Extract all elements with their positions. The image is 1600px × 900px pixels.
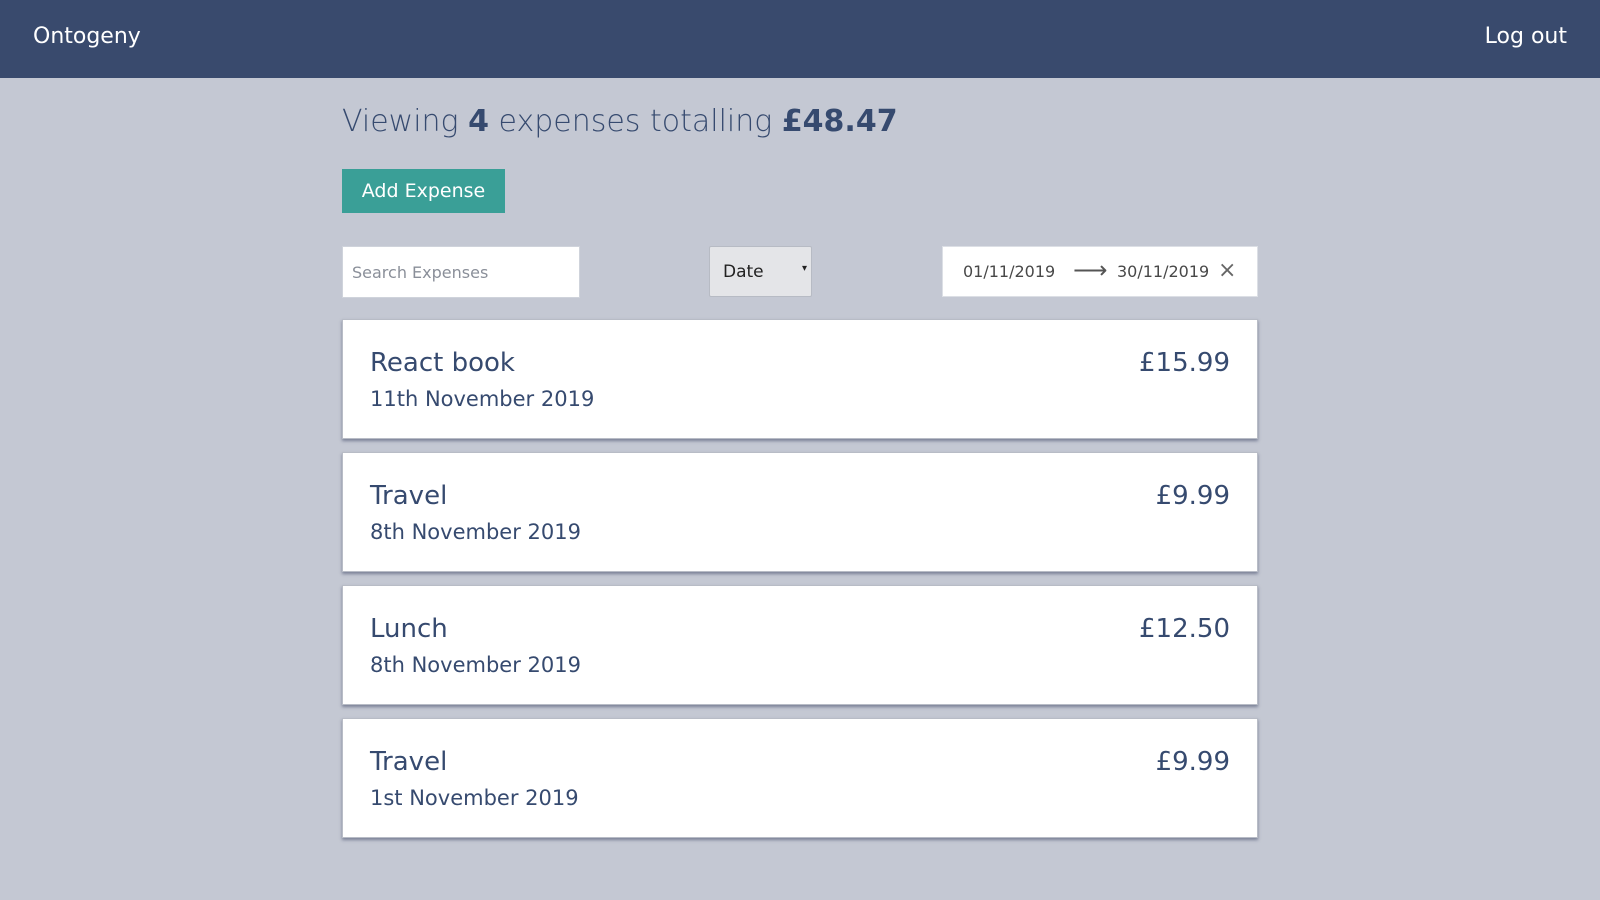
app-header: Ontogeny Log out [0, 0, 1600, 78]
search-input[interactable] [342, 246, 580, 298]
sort-select[interactable]: Date ▾ [709, 246, 812, 297]
expense-description: React book [370, 348, 515, 378]
expense-list: React book 11th November 2019 £15.99 Tra… [342, 319, 1258, 851]
summary-prefix: Viewing [342, 104, 459, 139]
expenses-summary: Viewing 4 expenses totalling £48.47 [342, 104, 898, 139]
expense-list-item[interactable]: React book 11th November 2019 £15.99 [342, 319, 1258, 439]
expense-date: 8th November 2019 [370, 653, 581, 677]
clear-dates-icon[interactable]: × [1218, 260, 1236, 282]
expense-date: 1st November 2019 [370, 786, 579, 810]
dropdown-arrow-icon: ▾ [801, 263, 807, 274]
expense-list-item[interactable]: Travel 1st November 2019 £9.99 [342, 718, 1258, 838]
sort-selected-value: Date [723, 262, 764, 282]
expense-date: 8th November 2019 [370, 520, 581, 544]
summary-count: 4 [468, 104, 489, 139]
expense-amount: £12.50 [1139, 614, 1230, 644]
expense-description: Lunch [370, 614, 448, 644]
start-date-input[interactable]: 01/11/2019 [963, 262, 1055, 281]
expense-amount: £9.99 [1155, 747, 1230, 777]
expense-list-item[interactable]: Travel 8th November 2019 £9.99 [342, 452, 1258, 572]
expense-description: Travel [370, 747, 448, 777]
end-date-input[interactable]: 30/11/2019 [1117, 262, 1209, 281]
expense-list-item[interactable]: Lunch 8th November 2019 £12.50 [342, 585, 1258, 705]
brand-link[interactable]: Ontogeny [33, 24, 141, 49]
summary-middle: expenses totalling [498, 104, 773, 139]
expense-date: 11th November 2019 [370, 387, 595, 411]
expense-amount: £9.99 [1155, 481, 1230, 511]
logout-button[interactable]: Log out [1485, 24, 1567, 49]
expense-amount: £15.99 [1139, 348, 1230, 378]
add-expense-button[interactable]: Add Expense [342, 169, 505, 213]
date-range-picker: 01/11/2019 ⟶ 30/11/2019 × [942, 246, 1258, 297]
arrow-right-icon: ⟶ [1073, 256, 1108, 284]
expense-description: Travel [370, 481, 448, 511]
summary-total: £48.47 [781, 104, 898, 139]
